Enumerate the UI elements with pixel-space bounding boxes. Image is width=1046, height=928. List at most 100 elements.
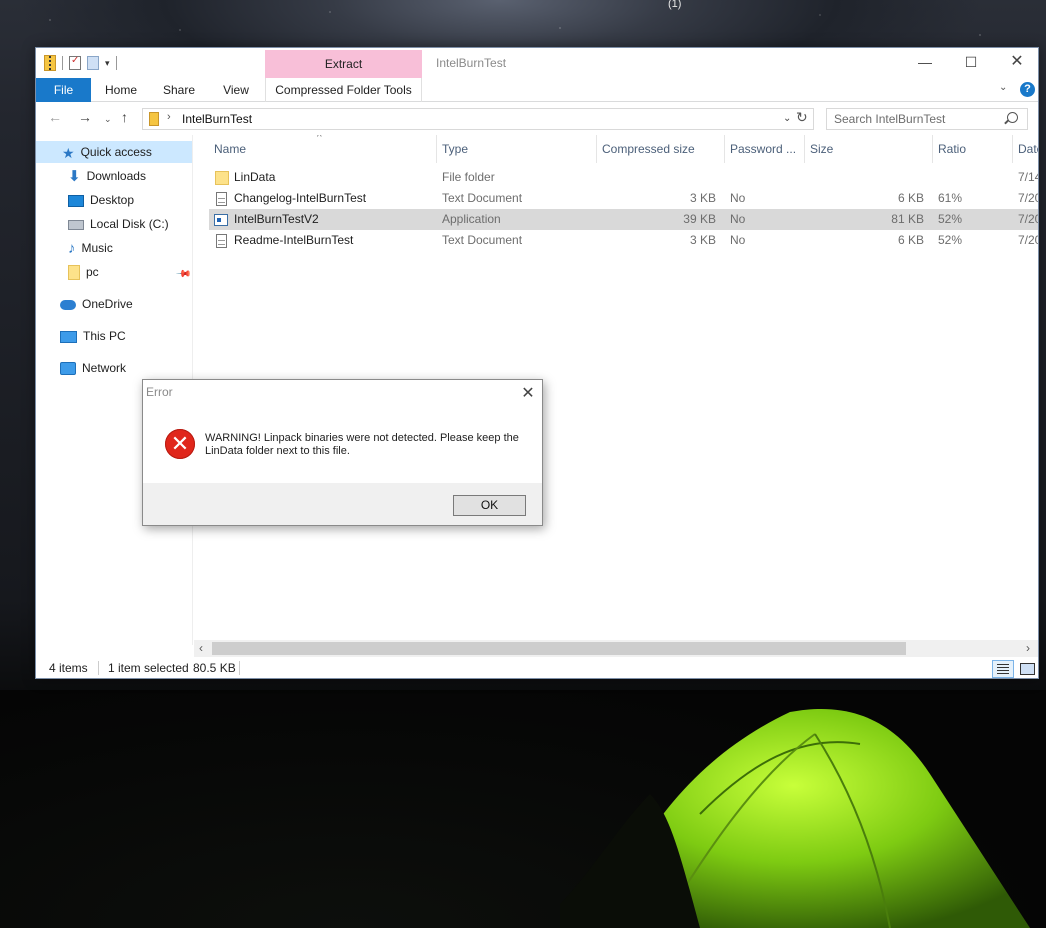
sidebar-item-label: This PC	[83, 329, 126, 343]
scroll-right-icon[interactable]: ›	[1026, 641, 1030, 655]
column-header-date[interactable]: Date	[1013, 135, 1038, 163]
zip-folder-icon	[44, 55, 56, 71]
item-count: 4 items	[49, 661, 88, 675]
file-ratio: 61%	[938, 191, 963, 205]
sidebar-item-local-disk[interactable]: Local Disk (C:)	[68, 213, 169, 235]
text-document-icon	[216, 191, 227, 206]
divider	[115, 56, 117, 70]
ok-button[interactable]: OK	[453, 495, 526, 516]
tab-home[interactable]: Home	[96, 78, 146, 102]
search-icon[interactable]	[1007, 112, 1018, 123]
details-view-icon[interactable]	[992, 660, 1014, 678]
file-password: No	[730, 233, 746, 247]
dialog-title: Error	[146, 385, 173, 399]
close-button[interactable]: ✕	[994, 48, 1038, 78]
tab-view[interactable]: View	[214, 78, 258, 102]
network-icon	[60, 362, 76, 376]
column-header-password[interactable]: Password ...	[725, 135, 805, 163]
tent-image	[560, 708, 1030, 928]
file-size: 81 KB	[891, 212, 924, 226]
sidebar-item-onedrive[interactable]: OneDrive	[60, 293, 133, 315]
file-type: Text Document	[442, 191, 523, 205]
night-sky	[0, 0, 1046, 50]
column-header-name[interactable]: Name	[209, 135, 437, 163]
breadcrumb[interactable]: IntelBurnTest	[182, 112, 252, 126]
error-dialog: Error ✕ ✕ WARNING! Linpack binaries were…	[142, 379, 543, 526]
extract-context-tab[interactable]: Extract	[265, 50, 422, 78]
customize-toolbar-chevron-icon[interactable]: ▾	[105, 58, 110, 69]
sidebar-item-desktop[interactable]: Desktop	[68, 189, 134, 211]
sidebar-item-downloads[interactable]: ⬇ Downloads	[68, 165, 146, 187]
dialog-footer: OK	[143, 483, 542, 525]
download-arrow-icon: ⬇	[68, 167, 81, 185]
computer-icon	[60, 330, 77, 343]
tab-share[interactable]: Share	[154, 78, 204, 102]
refresh-icon[interactable]: ↻	[796, 109, 808, 126]
large-icons-view-icon[interactable]	[1017, 660, 1037, 678]
scroll-left-icon[interactable]: ‹	[199, 641, 203, 655]
file-compressed-size: 3 KB	[689, 191, 716, 205]
navigation-bar: ← → ⌄ ↑ › IntelBurnTest ⌄ ↻ Search Intel…	[36, 103, 1038, 135]
breadcrumb-chevron-icon[interactable]: ›	[167, 111, 171, 123]
file-name: Readme-IntelBurnTest	[234, 233, 354, 247]
dialog-message: WARNING! Linpack binaries were not detec…	[205, 432, 519, 457]
scrollbar-thumb[interactable]	[212, 642, 906, 655]
table-row-selected[interactable]: IntelBurnTestV2 Application 39 KB No 81 …	[209, 209, 1038, 230]
folder-icon	[215, 170, 229, 185]
file-date: 7/20	[1018, 191, 1038, 205]
column-header-compressed-size[interactable]: Compressed size	[597, 135, 725, 163]
file-password: No	[730, 191, 746, 205]
drive-icon	[68, 219, 84, 230]
sidebar-item-music[interactable]: ♪ Music	[68, 237, 113, 259]
file-date: 7/20	[1018, 233, 1038, 247]
expand-ribbon-chevron-icon[interactable]: ⌄	[999, 82, 1007, 93]
back-arrow-icon[interactable]: ←	[48, 109, 62, 125]
tab-compressed-folder-tools[interactable]: Compressed Folder Tools	[265, 78, 422, 102]
file-password: No	[730, 212, 746, 226]
forward-arrow-icon[interactable]: →	[78, 109, 92, 125]
file-type: Application	[442, 212, 501, 226]
address-bar[interactable]: › IntelBurnTest ⌄	[142, 108, 814, 130]
file-ratio: 52%	[938, 212, 963, 226]
explorer-window: ▾ Extract IntelBurnTest — ☐ ✕ File Home …	[35, 47, 1039, 679]
divider	[62, 56, 63, 70]
sidebar-item-label: Music	[81, 241, 113, 255]
search-placeholder: Search IntelBurnTest	[834, 112, 946, 126]
file-name: Changelog-IntelBurnTest	[234, 191, 367, 205]
sidebar-item-quick-access[interactable]: ★ Quick access	[36, 141, 192, 163]
sidebar-item-this-pc[interactable]: This PC	[60, 325, 126, 347]
file-type: Text Document	[442, 233, 523, 247]
sidebar-item-pc-folder[interactable]: pc	[68, 261, 99, 283]
table-row[interactable]: Readme-IntelBurnTest Text Document 3 KB …	[209, 230, 1038, 251]
help-icon[interactable]: ?	[1020, 82, 1035, 97]
table-row[interactable]: LinData File folder 7/14	[209, 167, 1038, 188]
file-date: 7/20	[1018, 212, 1038, 226]
pin-icon[interactable]: 📌	[175, 266, 192, 283]
column-header-type[interactable]: Type	[437, 135, 597, 163]
sidebar-item-label: Desktop	[90, 193, 135, 207]
file-compressed-size: 3 KB	[689, 233, 716, 247]
cloud-icon	[60, 299, 76, 310]
sidebar-item-network[interactable]: Network	[60, 357, 126, 379]
horizontal-scrollbar[interactable]: ‹ ›	[194, 640, 1038, 657]
selection-status: 1 item selected	[108, 661, 189, 675]
file-type: File folder	[442, 170, 495, 184]
recent-locations-chevron-icon[interactable]: ⌄	[104, 114, 112, 125]
properties-icon[interactable]	[69, 55, 81, 70]
column-header-ratio[interactable]: Ratio	[933, 135, 1013, 163]
table-row[interactable]: Changelog-IntelBurnTest Text Document 3 …	[209, 188, 1038, 209]
new-folder-icon[interactable]	[87, 56, 99, 70]
divider	[239, 661, 240, 675]
address-dropdown-chevron-icon[interactable]: ⌄	[783, 113, 791, 124]
tab-file[interactable]: File	[36, 78, 91, 102]
selection-size: 80.5 KB	[193, 661, 236, 675]
music-note-icon: ♪	[68, 239, 76, 257]
sidebar-item-label: Local Disk (C:)	[90, 217, 169, 231]
dialog-close-icon[interactable]: ✕	[519, 383, 537, 403]
minimize-button[interactable]: —	[902, 48, 948, 78]
maximize-button[interactable]: ☐	[948, 48, 994, 78]
search-input[interactable]: Search IntelBurnTest	[826, 108, 1028, 130]
desktop-label: (1)	[668, 0, 682, 10]
column-header-size[interactable]: Size	[805, 135, 933, 163]
up-arrow-icon[interactable]: ↑	[121, 109, 128, 125]
